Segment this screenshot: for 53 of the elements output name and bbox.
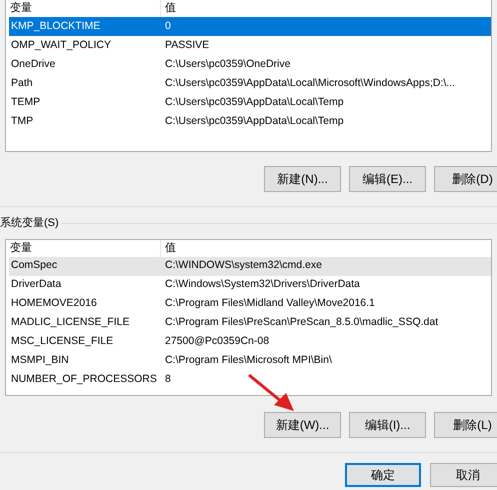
dialog-button[interactable]: 取消 <box>430 462 497 486</box>
list-row[interactable]: MADLIC_LICENSE_FILE C:\Program Files\PreScan\PreScan_8.5.0\madlic_SSQ.dat <box>9 314 491 332</box>
variable-value: C:\Program Files\Microsoft MPI\Bin\ <box>164 353 332 368</box>
variable-name: Path <box>10 76 34 91</box>
variable-value: C:\Users\pc0359\AppData\Local\Microsoft\WindowsApps;D:\... <box>164 76 456 91</box>
variable-name: TEMP <box>10 94 42 110</box>
variable-name: HOMEMOVE2016 <box>10 296 98 312</box>
variable-name: MADLIC_LICENSE_FILE <box>10 315 130 330</box>
list-row[interactable]: TEMP C:\Users\pc0359\AppData\Local\Temp <box>9 93 491 112</box>
variable-name: KMP_BLOCKTIME <box>10 18 102 34</box>
arrow-annotation <box>246 372 296 412</box>
variable-name: OneDrive <box>10 56 56 72</box>
variable-value: C:\Windows\System32\Drivers\DriverData <box>164 277 360 292</box>
variable-value: 8 <box>164 372 171 388</box>
variable-name: DriverData <box>10 277 62 292</box>
dialog-button[interactable]: 编辑(I)... <box>349 412 426 438</box>
variable-list[interactable] <box>5 240 492 396</box>
list-row[interactable]: OMP_WAIT_POLICY PASSIVE <box>9 36 491 55</box>
list-row[interactable]: Path C:\Users\pc0359\AppData\Local\Microsoft\WindowsApps;D:\... <box>9 74 491 93</box>
variable-value: 0 <box>164 18 171 34</box>
group-label: 系统变量(S) <box>0 216 59 231</box>
variable-value: C:\Users\pc0359\AppData\Local\Temp <box>164 114 344 129</box>
variable-value: PASSIVE <box>164 38 210 53</box>
list-row[interactable]: MSMPI_BIN C:\Program Files\Microsoft MPI\Bin\ <box>9 352 491 370</box>
column-header[interactable]: 值 <box>161 0 491 17</box>
list-row[interactable]: KMP_BLOCKTIME 0 <box>9 17 491 36</box>
list-row[interactable]: ComSpec C:\WINDOWS\system32\cmd.exe <box>9 256 491 276</box>
list-row[interactable]: OneDrive C:\Users\pc0359\OneDrive <box>9 55 491 74</box>
variable-value: C:\Users\pc0359\OneDrive <box>164 56 290 72</box>
column-header[interactable]: 值 <box>161 240 491 256</box>
variable-name: MSMPI_BIN <box>10 353 70 368</box>
variable-value: C:\Program Files\Midland Valley\Move2016.1 <box>164 296 375 312</box>
dialog-button[interactable]: 新建(W)... <box>264 412 341 438</box>
variable-list[interactable] <box>5 0 492 152</box>
variable-name: ComSpec <box>10 258 58 274</box>
list-row[interactable]: DriverData C:\Windows\System32\Drivers\DriverData <box>9 276 491 294</box>
variable-value: 27500@Pc0359Cn-08 <box>164 334 270 350</box>
dialog-button[interactable]: 编辑(E)... <box>349 166 426 192</box>
variable-name: MSC_LICENSE_FILE <box>10 334 114 350</box>
dialog-button[interactable]: 删除(D) <box>434 166 497 192</box>
dialog-button[interactable]: 确定 <box>345 462 421 486</box>
list-row[interactable]: NUMBER_OF_PROCESSORS 8 <box>9 370 491 390</box>
variable-name: NUMBER_OF_PROCESSORS <box>10 372 158 388</box>
variable-value: C:\Program Files\PreScan\PreScan_8.5.0\madlic_SSQ.dat <box>164 315 438 330</box>
dialog-button[interactable]: 删除(L) <box>434 412 497 438</box>
dialog-button[interactable]: 新建(N)... <box>264 166 341 192</box>
list-row[interactable]: MSC_LICENSE_FILE 27500@Pc0359Cn-08 <box>9 332 491 352</box>
variable-value: C:\Users\pc0359\AppData\Local\Temp <box>164 94 344 110</box>
variable-name: TMP <box>10 114 34 129</box>
variable-name: OMP_WAIT_POLICY <box>10 38 112 53</box>
list-row[interactable]: TMP C:\Users\pc0359\AppData\Local\Temp <box>9 112 491 131</box>
list-row[interactable]: HOMEMOVE2016 C:\Program Files\Midland Valley\Move2016.1 <box>9 294 491 314</box>
variable-value: C:\WINDOWS\system32\cmd.exe <box>164 258 322 274</box>
